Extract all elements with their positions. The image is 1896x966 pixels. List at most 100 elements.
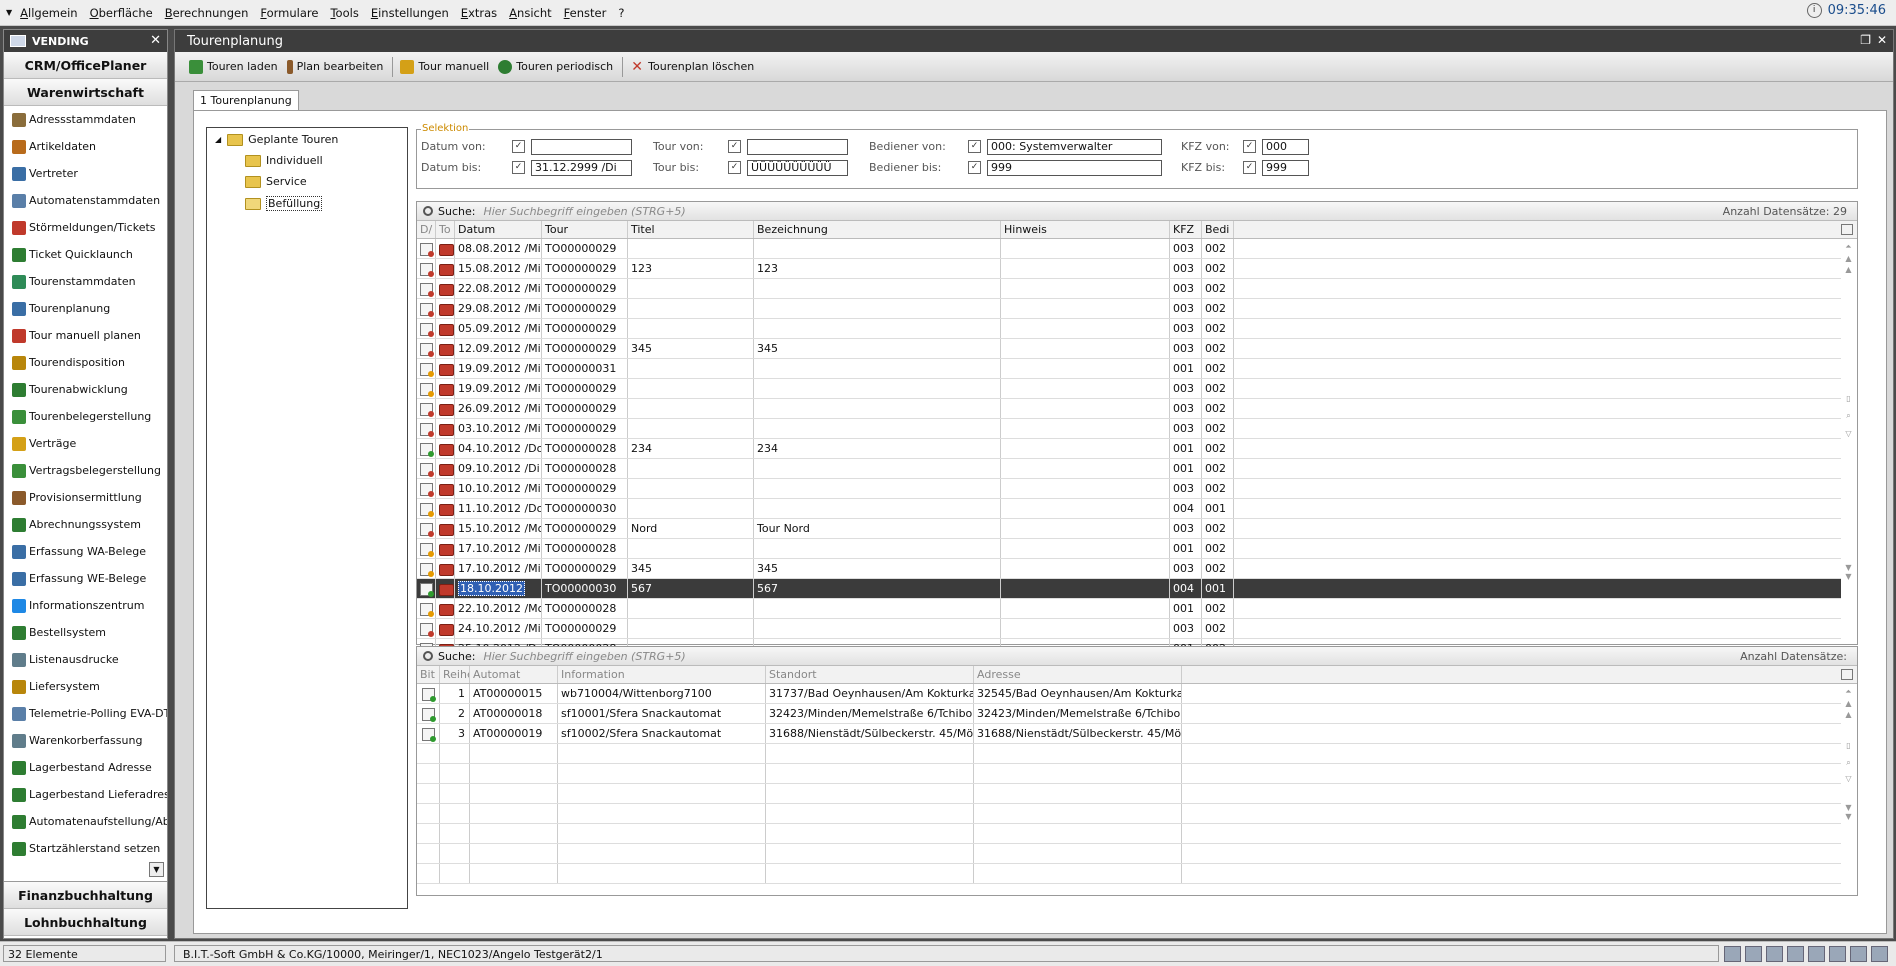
close-icon[interactable]: ✕ [1877, 33, 1887, 47]
scroll-down-icon[interactable]: ▼ [1842, 572, 1855, 581]
col-information[interactable]: Information [558, 666, 766, 683]
filter-icon[interactable]: ▽ [1842, 774, 1855, 783]
sidebar-item[interactable]: Warenkorberfassung [4, 727, 167, 754]
menu-formulare[interactable]: Formulare [260, 6, 318, 20]
sidebar-item[interactable]: Provisionsermittlung [4, 484, 167, 511]
sidebar-item[interactable]: Lagerbestand Adresse [4, 754, 167, 781]
table-row[interactable]: 22.08.2012 /Mi TO00000029 003 002 [417, 279, 1841, 299]
table-row[interactable]: 04.10.2012 /Do TO00000028 234 234 001 002 [417, 439, 1841, 459]
sidebar-item[interactable]: Startzählerstand setzen [4, 835, 167, 862]
kfz-von-field[interactable]: 000 [1262, 139, 1309, 155]
sidebar-item[interactable]: Abrechnungssystem [4, 511, 167, 538]
scroll-thumb-icon[interactable]: ▯ [1842, 741, 1855, 750]
col-standort[interactable]: Standort [766, 666, 974, 683]
tour-von-field[interactable] [747, 139, 848, 155]
touren-periodisch-button[interactable]: Touren periodisch [498, 59, 613, 74]
column-chooser-icon[interactable] [1841, 669, 1853, 680]
table-row[interactable]: 11.10.2012 /Do TO00000030 004 001 [417, 499, 1841, 519]
touren-laden-button[interactable]: Touren laden [189, 59, 278, 74]
tools-icon[interactable] [1787, 946, 1804, 962]
info-icon[interactable]: i [1806, 3, 1822, 18]
col-hinweis[interactable]: Hinweis [1001, 221, 1170, 238]
sidebar-item[interactable]: Störmeldungen/Tickets [4, 214, 167, 241]
col-reihe[interactable]: Reihe [440, 666, 470, 683]
tour-manuell-button[interactable]: Tour manuell [400, 59, 489, 74]
sidebar-item[interactable]: Listenausdrucke [4, 646, 167, 673]
automaten-grid-scrollbar[interactable]: ⏶ ▲ ▲ ▯ ⌕ ▽ ▼ ▼ [1842, 687, 1855, 892]
scroll-page-up-icon[interactable]: ▲ [1842, 710, 1855, 719]
sidebar-item[interactable]: Automatenaufstellung/Abh [4, 808, 167, 835]
settings-icon[interactable] [1745, 946, 1762, 962]
sidebar-item[interactable]: Tourendisposition [4, 349, 167, 376]
scroll-thumb-icon[interactable]: ▯ [1842, 394, 1855, 403]
menu-einstellungen[interactable]: Einstellungen [371, 6, 449, 20]
scroll-page-down-icon[interactable]: ▼ [1842, 563, 1855, 572]
plan-bearbeiten-button[interactable]: Plan bearbeiten [286, 59, 383, 74]
sidebar-item[interactable]: Adressstammdaten [4, 106, 167, 133]
col-kfz[interactable]: KFZ [1170, 221, 1202, 238]
col-adresse[interactable]: Adresse [974, 666, 1182, 683]
bediener-bis-field[interactable]: 999 [987, 160, 1162, 176]
sidebar-item[interactable]: Tourenstammdaten [4, 268, 167, 295]
column-chooser-icon[interactable] [1841, 224, 1853, 235]
sidebar-item[interactable]: Telemetrie-Polling EVA-DTS [4, 700, 167, 727]
sidebar-group-crm[interactable]: CRM/OfficePlaner [4, 52, 167, 79]
sidebar-item[interactable]: Erfassung WA-Belege [4, 538, 167, 565]
col-datum[interactable]: Datum [455, 221, 542, 238]
table-row[interactable]: 29.08.2012 /Mi TO00000029 003 002 [417, 299, 1841, 319]
menu-extras[interactable]: Extras [461, 6, 497, 20]
table-row[interactable]: 19.09.2012 /Mi TO00000031 001 002 [417, 359, 1841, 379]
table-row[interactable]: 26.09.2012 /Mi TO00000029 003 002 [417, 399, 1841, 419]
tree-item-service[interactable]: Service [245, 175, 307, 188]
sidebar-item[interactable]: Liefersystem [4, 673, 167, 700]
scroll-down-icon[interactable]: ▼ [1842, 812, 1855, 821]
kfz-bis-checkbox[interactable]: ✓ [1243, 161, 1256, 174]
kfz-von-checkbox[interactable]: ✓ [1243, 140, 1256, 153]
sidebar-group-warenwirtschaft[interactable]: Warenwirtschaft [4, 79, 167, 106]
col-to[interactable]: To [436, 221, 455, 238]
search-input[interactable]: Hier Suchbegriff eingeben (STRG+5) [483, 205, 685, 218]
scroll-up-icon[interactable]: ▲ [1842, 699, 1855, 708]
table-row[interactable]: 12.09.2012 /Mi TO00000029 345 345 003 002 [417, 339, 1841, 359]
col-bit[interactable]: Bit [417, 666, 440, 683]
menu-allgemein[interactable]: Allgemein [20, 6, 77, 20]
sidebar-item[interactable]: Bestellsystem [4, 619, 167, 646]
sidebar-item[interactable]: Erfassung WE-Belege [4, 565, 167, 592]
scroll-page-up-icon[interactable]: ▲ [1842, 265, 1855, 274]
col-tour[interactable]: Tour [542, 221, 628, 238]
sidebar-item[interactable]: Verträge [4, 430, 167, 457]
menu-oberflaeche[interactable]: Oberfläche [90, 6, 153, 20]
bediener-von-field[interactable]: 000: Systemverwalter [987, 139, 1162, 155]
col-d[interactable]: D/ [417, 221, 436, 238]
table-row[interactable]: 05.09.2012 /Mi TO00000029 003 002 [417, 319, 1841, 339]
bediener-von-checkbox[interactable]: ✓ [968, 140, 981, 153]
scroll-page-down-icon[interactable]: ▼ [1842, 803, 1855, 812]
table-row[interactable]: 22.10.2012 /Mo TO00000028 001 002 [417, 599, 1841, 619]
table-row[interactable]: 17.10.2012 /Mi TO00000028 001 002 [417, 539, 1841, 559]
scroll-top-icon[interactable]: ⏶ [1842, 242, 1855, 252]
table-row[interactable]: 2 AT00000018 sf10001/Sfera Snackautomat 324… [417, 704, 1841, 724]
menu-ansicht[interactable]: Ansicht [509, 6, 551, 20]
sidebar-item[interactable]: Tour manuell planen [4, 322, 167, 349]
sidebar-item[interactable]: Artikeldaten [4, 133, 167, 160]
sidebar-group-finanzbuchhaltung[interactable]: Finanzbuchhaltung [4, 881, 167, 909]
menu-berechnungen[interactable]: Berechnungen [165, 6, 249, 20]
tours-grid-scrollbar[interactable]: ⏶ ▲ ▲ ▯ ⌕ ▽ ▼ ▼ [1842, 242, 1855, 642]
tour-bis-field[interactable]: ÜÜÜÜÜÜÜÜÜÜ [747, 160, 848, 176]
zoom-icon[interactable]: ⌕ [1842, 758, 1855, 768]
col-bezeichnung[interactable]: Bezeichnung [754, 221, 1001, 238]
tourenplan-loeschen-button[interactable]: ✕ Tourenplan löschen [630, 60, 754, 74]
sidebar-item[interactable]: Ticket Quicklaunch [4, 241, 167, 268]
sidebar-group-lohnbuchhaltung[interactable]: Lohnbuchhaltung [4, 909, 167, 936]
table-row[interactable]: 15.10.2012 /Mo TO00000029 Nord Tour Nord 003… [417, 519, 1841, 539]
filter-icon[interactable]: ▽ [1842, 429, 1855, 438]
search-icon[interactable] [423, 206, 433, 216]
zoom-icon[interactable]: ⌕ [1842, 411, 1855, 421]
col-titel[interactable]: Titel [628, 221, 754, 238]
search-icon[interactable] [423, 651, 433, 661]
tour-bis-checkbox[interactable]: ✓ [728, 161, 741, 174]
kfz-bis-field[interactable]: 999 [1262, 160, 1309, 176]
tree-item-individuell[interactable]: Individuell [245, 154, 323, 167]
bediener-bis-checkbox[interactable]: ✓ [968, 161, 981, 174]
table-row[interactable]: 09.10.2012 /Di TO00000028 001 002 [417, 459, 1841, 479]
